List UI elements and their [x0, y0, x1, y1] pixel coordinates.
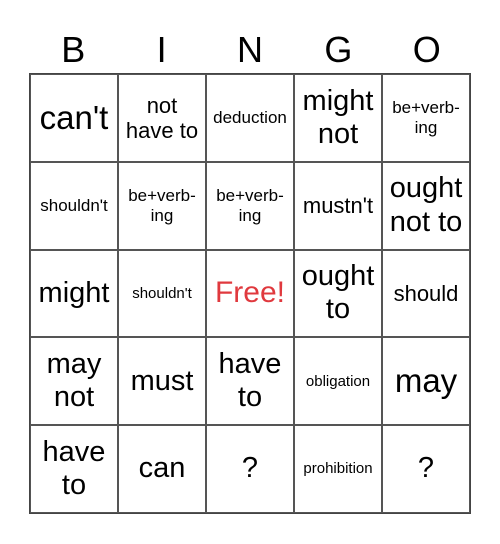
bingo-cell-label: be+verb- ing [216, 186, 284, 225]
bingo-cell-label: should [393, 280, 459, 306]
bingo-cell-label: mustn't [302, 193, 374, 219]
bingo-cell[interactable]: shouldn't [30, 161, 118, 250]
bingo-cell-label: obligation [305, 372, 371, 390]
bingo-cell[interactable]: may [382, 337, 470, 426]
bingo-cell-label: have to [218, 347, 282, 414]
bingo-cell[interactable]: can't [30, 74, 118, 162]
bingo-cell[interactable]: should [382, 249, 470, 338]
bingo-cell[interactable]: may not [30, 337, 118, 426]
bingo-cell-label: may [394, 362, 458, 400]
bingo-cell[interactable]: prohibition [294, 425, 382, 513]
bingo-cell-label: have to [42, 435, 106, 502]
bingo-cell[interactable]: can [118, 425, 206, 513]
header-letter-b: B [61, 29, 86, 70]
bingo-cell-label: ought not to [389, 172, 463, 238]
header-letter-i: I [156, 29, 167, 70]
bingo-cell[interactable]: ought to [294, 249, 382, 338]
bingo-cell[interactable]: must [118, 337, 206, 426]
bingo-cell-label: shouldn't [40, 195, 108, 215]
bingo-header: B I N G O [29, 28, 471, 72]
bingo-cell-label: can't [39, 98, 109, 136]
bingo-cell-label: can [138, 452, 186, 485]
bingo-cell[interactable]: be+verb- ing [206, 161, 294, 250]
bingo-cell-label: ought to [301, 260, 375, 326]
bingo-cell[interactable]: be+verb- ing [382, 74, 470, 162]
bingo-cell[interactable]: shouldn't [118, 249, 206, 338]
bingo-cell[interactable]: deduction [206, 74, 294, 162]
bingo-cell[interactable]: ought not to [382, 161, 470, 250]
bingo-cell-label: ? [241, 452, 259, 485]
bingo-cell[interactable]: might not [294, 74, 382, 162]
bingo-cell[interactable]: have to [30, 425, 118, 513]
header-letter-g: G [324, 29, 353, 70]
bingo-cell[interactable]: obligation [294, 337, 382, 426]
bingo-cell-label: not have to [125, 92, 199, 143]
bingo-cell-label: must [130, 364, 194, 397]
bingo-cell-label: be+verb- ing [392, 98, 460, 137]
bingo-cell[interactable]: have to [206, 337, 294, 426]
bingo-cell-label: might [38, 276, 110, 309]
bingo-cell[interactable]: ? [382, 425, 470, 513]
header-letter-o: O [412, 29, 441, 70]
bingo-cell[interactable]: be+verb- ing [118, 161, 206, 250]
bingo-cell-label: might not [302, 84, 374, 150]
free-space-label: Free! [214, 276, 286, 310]
bingo-cell-label: may not [46, 347, 102, 414]
bingo-cell-label: shouldn't [132, 284, 192, 302]
bingo-board: can't not have to deduction might not be+ver… [29, 73, 471, 514]
bingo-cell-label: be+verb- ing [128, 186, 196, 225]
header-letter-n: N [236, 29, 263, 70]
bingo-cell[interactable]: might [30, 249, 118, 338]
bingo-cell-free[interactable]: Free! [206, 249, 294, 338]
bingo-cell[interactable]: not have to [118, 74, 206, 162]
bingo-cell-label: prohibition [303, 460, 373, 478]
bingo-cell-label: ? [417, 452, 435, 485]
bingo-cell-label: deduction [213, 108, 287, 128]
bingo-cell[interactable]: mustn't [294, 161, 382, 250]
bingo-cell[interactable]: ? [206, 425, 294, 513]
